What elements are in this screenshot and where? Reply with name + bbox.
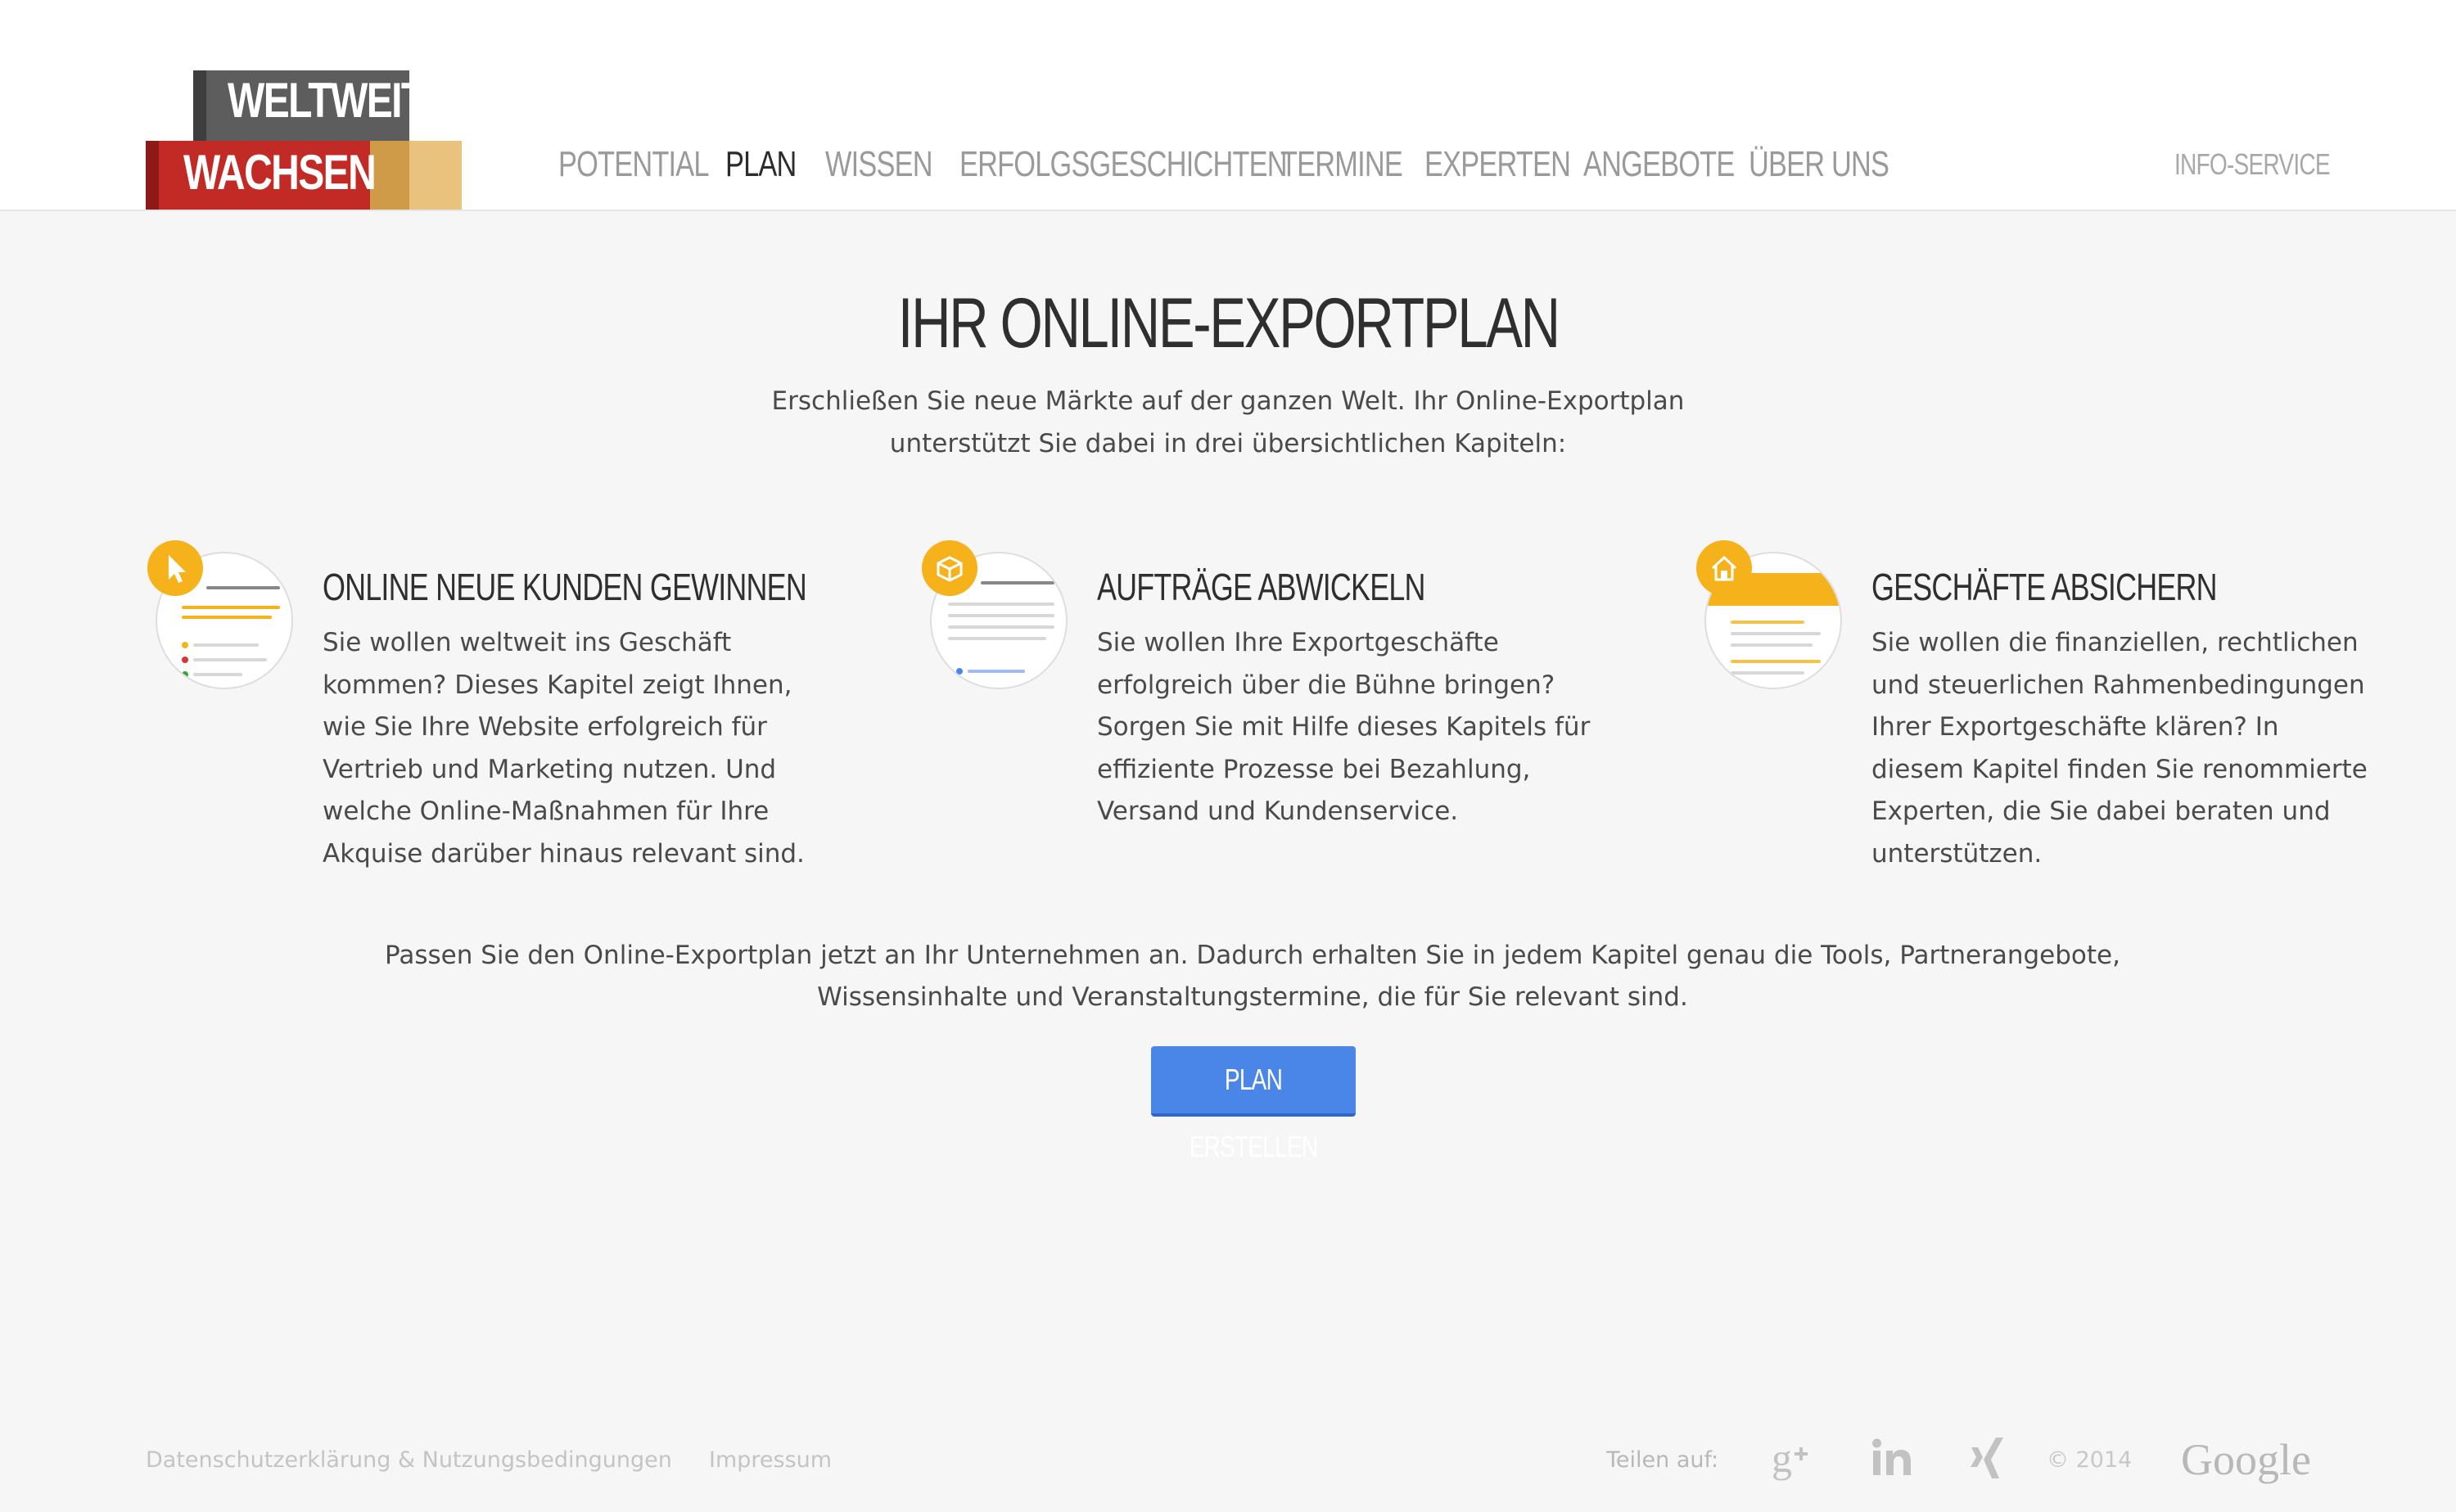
thumb-line bbox=[182, 606, 280, 609]
plan-erstellen-button[interactable]: PLAN ERSTELLEN bbox=[1151, 1046, 1356, 1163]
nav-item-potential[interactable]: POTENTIAL bbox=[558, 144, 709, 185]
thumb-line bbox=[1731, 660, 1821, 663]
thumb-line bbox=[193, 658, 267, 661]
chapter-absichern: GESCHÄFTE ABSICHERN Sie wollen die finan… bbox=[1696, 540, 2433, 884]
logo-line-bottom: WACHSEN bbox=[183, 145, 377, 200]
logo-line-top: WELTWEIT bbox=[228, 73, 425, 128]
logo-gold-edge bbox=[370, 141, 409, 210]
chapter-title[interactable]: ONLINE NEUE KUNDEN GEWINNEN bbox=[323, 565, 807, 609]
thumb-line bbox=[193, 673, 242, 676]
nav-item-ueber-uns[interactable]: ÜBER UNS bbox=[1749, 144, 1889, 185]
imprint-link[interactable]: Impressum bbox=[709, 1447, 832, 1473]
nav-item-termine[interactable]: TERMINE bbox=[1280, 144, 1403, 185]
thumb-line bbox=[1731, 671, 1804, 675]
xing-icon[interactable] bbox=[1965, 1433, 2011, 1488]
logo-gold-block bbox=[409, 141, 462, 210]
chapter-text: Sie wollen die finanziellen, rechtlichen… bbox=[1871, 628, 2368, 869]
weltweit-wachsen-logo[interactable]: WELTWEIT WACHSEN bbox=[146, 70, 462, 210]
linkedin-icon[interactable] bbox=[1867, 1433, 1919, 1488]
site-header: WELTWEIT WACHSEN POTENTIAL PLAN WISSEN E… bbox=[0, 0, 2456, 211]
page-title: IHR ONLINE-EXPORTPLAN bbox=[0, 283, 2456, 364]
intro-line-1: Erschließen Sie neue Märkte auf der ganz… bbox=[771, 386, 1685, 416]
privacy-link[interactable]: Datenschutzerklärung & Nutzungsbedingung… bbox=[146, 1447, 672, 1473]
info-service-link[interactable]: INFO-SERVICE bbox=[2174, 147, 2331, 182]
nav-item-erfolgsgeschichten[interactable]: ERFOLGSGESCHICHTEN bbox=[959, 144, 1288, 185]
thumb-line bbox=[948, 625, 1054, 629]
thumb-dot bbox=[182, 671, 188, 678]
thumb-line bbox=[981, 581, 1054, 584]
customize-line-2: Wissensinhalte und Veranstaltungstermine… bbox=[817, 982, 1688, 1012]
customize-text: Passen Sie den Online-Exportplan jetzt a… bbox=[311, 935, 2194, 1018]
thumb-line bbox=[968, 670, 1025, 673]
thumb-dot bbox=[182, 657, 188, 663]
thumb-line bbox=[1731, 632, 1821, 635]
logo-back-side bbox=[193, 70, 206, 146]
thumb-line bbox=[1731, 643, 1813, 647]
page-title-text: IHR ONLINE-EXPORTPLAN bbox=[897, 284, 1560, 363]
google-logo: Google bbox=[2181, 1435, 2311, 1484]
chapter-text: Sie wollen Ihre Exportgeschäfte erfolgre… bbox=[1097, 628, 1591, 826]
package-icon bbox=[922, 540, 977, 596]
nav-item-wissen[interactable]: WISSEN bbox=[825, 144, 932, 185]
copyright: © 2014 bbox=[2047, 1447, 2133, 1473]
thumb-line bbox=[948, 614, 1054, 617]
cursor-icon bbox=[147, 540, 203, 596]
plan-erstellen-label: PLAN ERSTELLEN bbox=[1189, 1063, 1319, 1163]
customize-line-1: Passen Sie den Online-Exportplan jetzt a… bbox=[385, 941, 2120, 970]
chapter-title[interactable]: AUFTRÄGE ABWICKELN bbox=[1097, 565, 1425, 609]
thumb-line bbox=[948, 637, 1046, 640]
google-plus-icon[interactable]: g bbox=[1768, 1433, 1821, 1488]
svg-text:g: g bbox=[1772, 1435, 1792, 1481]
share-label: Teilen auf: bbox=[1606, 1447, 1719, 1473]
nav-item-angebote[interactable]: ANGEBOTE bbox=[1583, 144, 1735, 185]
thumb-line bbox=[1731, 621, 1804, 624]
intro-line-2: unterstützt Sie dabei in drei übersichtl… bbox=[889, 429, 1567, 458]
thumb-line bbox=[206, 586, 280, 589]
logo-front-side bbox=[146, 141, 159, 210]
chapter-auftraege: AUFTRÄGE ABWICKELN Sie wollen Ihre Expor… bbox=[922, 540, 1659, 884]
thumb-line bbox=[193, 643, 259, 647]
thumb-line bbox=[948, 603, 1054, 606]
chapter-text: Sie wollen weltweit ins Geschäft kommen?… bbox=[323, 628, 805, 869]
intro-text: Erschließen Sie neue Märkte auf der ganz… bbox=[737, 380, 1719, 465]
chapter-neue-kunden: ONLINE NEUE KUNDEN GEWINNEN Sie wollen w… bbox=[147, 540, 884, 884]
nav-item-plan[interactable]: PLAN bbox=[725, 144, 797, 185]
nav-item-experten[interactable]: EXPERTEN bbox=[1424, 144, 1571, 185]
thumb-dot bbox=[956, 668, 963, 675]
house-shield-icon bbox=[1696, 540, 1752, 596]
chapter-title[interactable]: GESCHÄFTE ABSICHERN bbox=[1871, 565, 2218, 609]
thumb-dot bbox=[182, 642, 188, 648]
thumb-line bbox=[182, 616, 272, 619]
